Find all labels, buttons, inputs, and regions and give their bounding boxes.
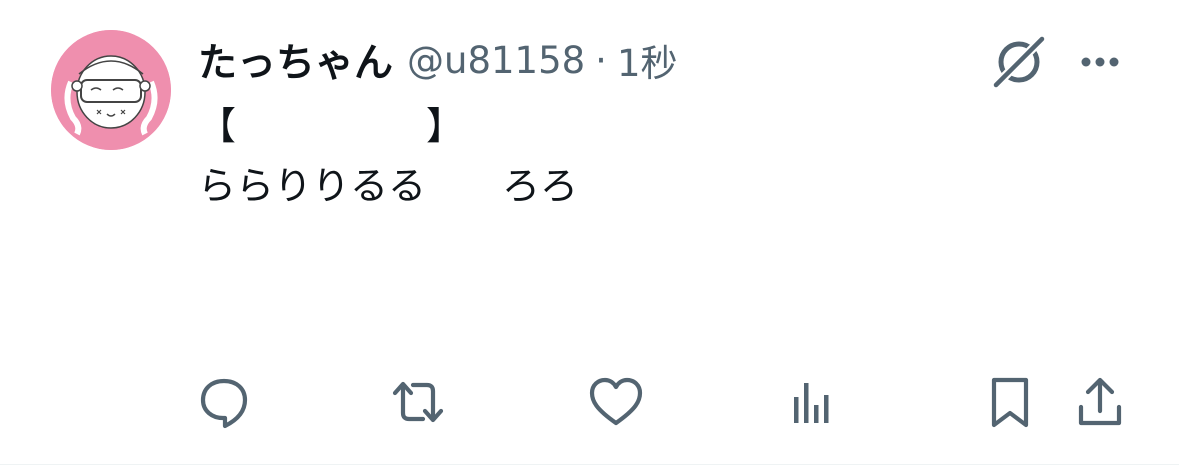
bookmark-button[interactable] <box>978 370 1042 434</box>
divider <box>0 464 1179 465</box>
reply-icon <box>200 378 248 429</box>
avatar[interactable] <box>51 30 171 150</box>
share-icon <box>1078 377 1122 426</box>
tweet-text-line: ららりりるる ろろ <box>198 164 579 208</box>
retweet-icon <box>392 381 444 423</box>
like-icon <box>589 377 643 426</box>
tweet-header: たっちゃん @u81158 · 1秒 <box>198 30 677 90</box>
tweet-text-line: 【 】 <box>198 104 465 148</box>
grok-icon[interactable] <box>990 33 1048 91</box>
timestamp[interactable]: 1秒 <box>617 33 678 87</box>
action-bar <box>0 370 1179 440</box>
more-icon[interactable] <box>1075 44 1125 80</box>
tweet-text: 【 】 ららりりるる ろろ <box>198 96 578 216</box>
views-icon <box>794 383 829 423</box>
display-name[interactable]: たっちゃん <box>198 32 393 88</box>
user-handle[interactable]: @u81158 <box>407 39 585 82</box>
reply-button[interactable] <box>192 370 256 434</box>
retweet-button[interactable] <box>386 370 450 434</box>
share-button[interactable] <box>1068 370 1132 434</box>
views-button[interactable] <box>780 370 844 434</box>
bookmark-icon <box>991 377 1029 428</box>
like-button[interactable] <box>584 370 648 434</box>
separator-dot: · <box>595 38 607 82</box>
tweet-card[interactable]: たっちゃん @u81158 · 1秒 【 】 ららりりるる ろろ <box>0 0 1179 469</box>
